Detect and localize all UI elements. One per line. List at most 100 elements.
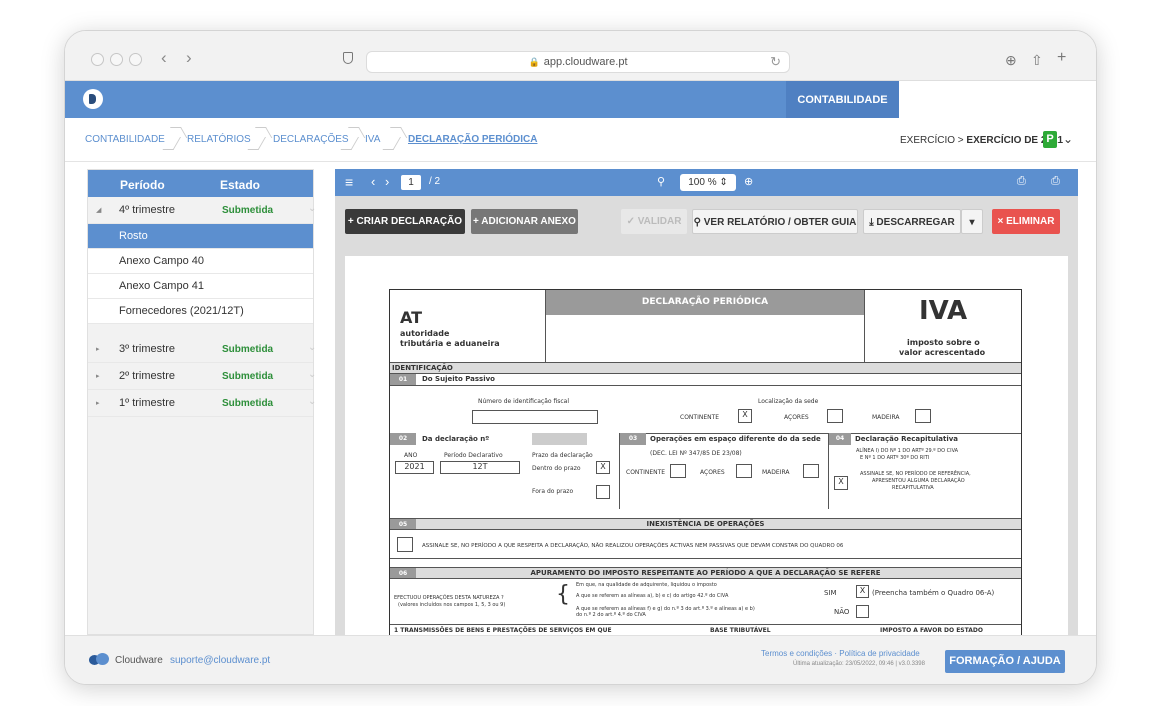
s03-madeira-checkbox[interactable] [803,464,819,478]
breadcrumb-relatorios[interactable]: RELATÓRIOS [187,134,251,145]
chevron-down-icon[interactable]: ⌄ [308,396,316,407]
privacy-shield-icon[interactable] [343,52,353,64]
browser-toolbar: ‹ › 🔒 app.cloudware.pt ↻ ⊕ ⇧ + [65,31,1096,81]
period-row-q1[interactable]: ▸ 1º trimestre Submetida ⌄ [88,390,316,417]
item-label: Fornecedores (2021/12T) [119,305,244,317]
zoom-select[interactable]: 100 % ⇕ [680,174,736,191]
app-footer: Cloudware suporte@cloudware.pt Termos e … [65,635,1096,684]
acores-checkbox[interactable] [827,409,843,423]
chevron-down-icon[interactable]: ⌄ [308,369,316,380]
form-title: DECLARAÇÃO PERIÓDICA [546,290,864,315]
help-button[interactable]: FORMAÇÃO / AJUDA [945,650,1065,673]
sidebar-item-anexo-campo-40[interactable]: Anexo Campo 40 [88,249,313,274]
chevron-down-icon[interactable]: ⌄ [308,342,316,353]
sidebar-item-fornecedores[interactable]: Fornecedores (2021/12T) [88,299,313,324]
support-email-link[interactable]: suporte@cloudware.pt [170,655,270,666]
fora-checkbox[interactable] [596,485,610,499]
print-icon[interactable]: ⎙ [1051,175,1060,188]
create-declaration-button[interactable]: + CRIAR DECLARAÇÃO [345,209,465,234]
url-text: app.cloudware.pt [543,56,628,68]
add-attachment-button[interactable]: + ADICIONAR ANEXO [471,209,578,234]
s04-checkbox[interactable]: X [834,476,848,490]
section-title: Operações em espaço diferente do da sede [650,435,821,443]
zoom-in-icon[interactable]: ⊕ [744,175,753,188]
nif-field[interactable] [472,410,598,424]
reload-icon[interactable]: ↻ [770,52,781,72]
fora-label: Fora do prazo [532,488,574,495]
at-header-block: AT autoridade tributária e aduaneira [390,290,546,362]
breadcrumb-contabilidade[interactable]: CONTABILIDADE [85,134,165,145]
section-title: Declaração Recapitulativa [855,435,959,443]
pdf-viewer-toolbar: ≡ ‹ › 1 / 2 ⚲ 100 % ⇕ ⊕ ⎙ ⎙ [335,169,1078,196]
status-badge: Submetida [222,205,274,216]
breadcrumb-separator [255,127,269,155]
period-row-q2[interactable]: ▸ 2º trimestre Submetida ⌄ [88,363,316,390]
download-options-caret[interactable]: ▾ [961,209,983,234]
continente-checkbox[interactable]: X [738,409,752,423]
period-label: 1º trimestre [119,397,175,409]
exercise-selector[interactable]: EXERCÍCIO > EXERCÍCIO DE 2021 [900,135,1063,146]
period-row-q4[interactable]: ◢ 4º trimestre Submetida ⌄ [88,197,316,224]
expanded-triangle-icon[interactable]: ◢ [96,206,101,214]
breadcrumb-iva[interactable]: IVA [365,134,380,145]
declaration-form: AT autoridade tributária e aduaneira DEC… [389,289,1022,635]
previous-page-icon[interactable]: ‹ [371,174,375,189]
s05-checkbox[interactable] [397,537,413,552]
tab-contabilidade[interactable]: CONTABILIDADE [786,81,899,118]
new-tab-icon[interactable]: + [1057,49,1066,67]
breadcrumb-declaracao-periodica[interactable]: DECLARAÇÃO PERIÓDICA [408,134,537,145]
report-label: VER RELATÓRIO / OBTER GUIA [703,217,857,228]
chevron-down-icon[interactable]: ⌄ [1063,132,1073,146]
prazo-label: Prazo da declaração [532,452,593,459]
declaration-number-field[interactable] [532,433,587,445]
menu-icon[interactable]: ≡ [345,174,353,190]
period-row-q3[interactable]: ▸ 3º trimestre Submetida ⌄ [88,336,316,363]
share-icon[interactable]: ⇧ [1031,52,1043,69]
cloudware-logo[interactable] [83,89,103,109]
page-number-input[interactable]: 1 [401,175,421,190]
dentro-checkbox[interactable]: X [596,461,610,474]
period-sidebar: Período Estado ◢ 4º trimestre Submetida … [87,169,316,635]
periodo-field[interactable]: 12T [440,461,520,474]
sim-checkbox[interactable]: X [856,585,869,598]
minimize-window-button[interactable] [110,53,123,66]
back-icon[interactable]: ‹ [161,48,167,68]
nao-checkbox[interactable] [856,605,869,618]
s06-option-a: A que se referem as alíneas a), b) e c) … [576,593,729,599]
divider [390,624,1021,625]
exercise-status-badge: P [1043,131,1057,148]
download-button[interactable]: ⤓ DESCARREGAR [863,209,961,234]
chevron-down-icon[interactable]: ⌄ [308,203,316,214]
collapsed-triangle-icon[interactable]: ▸ [96,345,100,353]
validate-button[interactable]: ✓ VALIDAR [621,209,687,234]
row-1-label: 1 TRANSMISSÕES DE BENS E PRESTAÇÕES DE S… [394,627,612,634]
zoom-out-icon[interactable]: ⚲ [657,175,665,188]
sede-label: Localização da sede [758,398,819,405]
collapsed-triangle-icon[interactable]: ▸ [96,372,100,380]
zoom-window-button[interactable] [129,53,142,66]
forward-icon[interactable]: › [186,48,192,68]
pdf-file-icon[interactable]: ⎙ [1017,175,1026,188]
ano-label: ANO [404,452,418,459]
terms-links[interactable]: Termos e condições · Política de privaci… [761,649,920,658]
s03-continente-checkbox[interactable] [670,464,686,478]
sidebar-item-anexo-campo-41[interactable]: Anexo Campo 41 [88,274,313,299]
madeira-checkbox[interactable] [915,409,931,423]
collapsed-triangle-icon[interactable]: ▸ [96,399,100,407]
section-number: 01 [390,374,416,385]
sidebar-header: Período Estado [88,170,313,197]
s03-acores-checkbox[interactable] [736,464,752,478]
sidebar-item-rosto[interactable]: Rosto [88,224,313,249]
delete-button[interactable]: × ELIMINAR [992,209,1060,234]
section-title: Da declaração nº [422,435,490,443]
s03-continente-label: CONTINENTE [626,469,666,476]
next-page-icon[interactable]: › [385,174,389,189]
brace-icon: { [556,582,570,607]
download-icon[interactable]: ⊕ [1005,52,1017,69]
address-bar[interactable]: 🔒 app.cloudware.pt ↻ [366,51,790,73]
breadcrumb-declaracoes[interactable]: DECLARAÇÕES [273,134,349,145]
close-window-button[interactable] [91,53,104,66]
ano-field[interactable]: 2021 [395,461,434,474]
view-report-button[interactable]: ⚲ VER RELATÓRIO / OBTER GUIA [692,209,858,234]
period-label: 4º trimestre [119,204,175,216]
